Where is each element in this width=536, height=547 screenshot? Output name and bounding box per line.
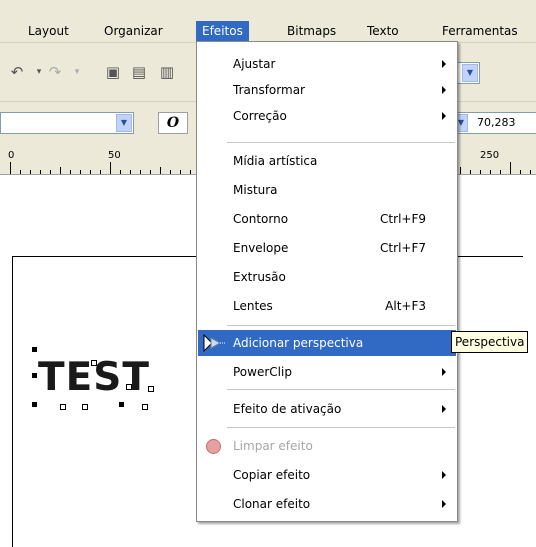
menu-layout[interactable]: Layout <box>22 21 75 41</box>
menu-item-transformar[interactable]: Transformar <box>198 77 456 103</box>
ruler-tick <box>130 170 131 174</box>
menu-item-efeito-de-ativacao[interactable]: Efeito de ativação <box>198 396 456 422</box>
ruler-tick <box>500 170 501 174</box>
redo-dropdown-icon[interactable]: ▾ <box>66 62 88 82</box>
shortcut-label: Alt+F3 <box>385 299 426 313</box>
menu-separator <box>227 427 455 428</box>
redo-icon[interactable]: ↷ <box>44 62 66 82</box>
submenu-arrow-icon <box>442 112 446 120</box>
ruler-tick <box>40 170 41 174</box>
chevron-down-icon[interactable]: ▼ <box>462 64 478 82</box>
ruler-tick <box>160 167 161 174</box>
menu-texto[interactable]: Texto <box>361 21 405 41</box>
shortcut-label: Ctrl+F9 <box>380 212 426 226</box>
menu-item-envelope[interactable]: Envelope Ctrl+F7 <box>198 235 456 261</box>
menu-item-clonar-efeito[interactable]: Clonar efeito <box>198 491 456 517</box>
ruler-tick <box>10 162 11 174</box>
text-node-handle[interactable] <box>148 386 154 392</box>
ruler-tick <box>190 170 191 174</box>
ruler-tick <box>110 162 111 174</box>
tooltip: Perspectiva <box>451 331 529 353</box>
italic-button[interactable]: O <box>158 112 188 134</box>
text-node-handle[interactable] <box>82 404 88 410</box>
menu-item-contorno[interactable]: Contorno Ctrl+F9 <box>198 206 456 232</box>
ruler-tick <box>150 170 151 174</box>
submenu-arrow-icon <box>442 500 446 508</box>
submenu-arrow-icon <box>442 471 446 479</box>
submenu-arrow-icon <box>442 60 446 68</box>
ruler-tick <box>530 170 531 174</box>
font-list-combo[interactable]: ▼ <box>0 112 134 134</box>
ruler-tick <box>90 170 91 174</box>
ruler-tick <box>80 170 81 174</box>
menu-ferramentas[interactable]: Ferramentas <box>436 21 524 41</box>
selection-handle[interactable] <box>119 402 124 407</box>
text-node-handle[interactable] <box>142 404 148 410</box>
ruler-tick <box>460 167 461 174</box>
ruler-tick <box>470 170 471 174</box>
submenu-arrow-icon <box>442 368 446 376</box>
menu-bar: Layout Organizar Efeitos Bitmaps Texto F… <box>0 0 536 43</box>
ruler-tick <box>60 167 61 174</box>
ruler-tick <box>120 170 121 174</box>
ruler-tick <box>70 170 71 174</box>
application-launcher-icon[interactable]: ▥ <box>156 62 178 82</box>
ruler-tick <box>170 170 171 174</box>
menu-bitmaps[interactable]: Bitmaps <box>281 21 342 41</box>
menu-separator <box>227 389 455 390</box>
ruler-tick <box>480 170 481 174</box>
menu-separator <box>227 142 455 143</box>
menu-item-correcao[interactable]: Correção <box>198 103 456 129</box>
menu-item-copiar-efeito[interactable]: Copiar efeito <box>198 462 456 488</box>
text-node-handle[interactable] <box>126 384 132 390</box>
menu-efeitos[interactable]: Efeitos <box>196 21 249 41</box>
perspective-icon <box>203 334 225 352</box>
ruler-label: 50 <box>108 150 121 161</box>
chevron-down-icon[interactable]: ▼ <box>116 114 132 132</box>
ruler-tick <box>510 162 511 174</box>
menu-item-mistura[interactable]: Mistura <box>198 177 456 203</box>
text-node-handle[interactable] <box>60 404 66 410</box>
ruler-tick <box>140 170 141 174</box>
shortcut-label: Ctrl+F7 <box>380 241 426 255</box>
undo-icon[interactable]: ↶ <box>6 62 28 82</box>
clear-effect-icon <box>206 439 221 454</box>
text-node-handle[interactable] <box>91 360 97 366</box>
import-icon[interactable]: ▣ <box>102 62 124 82</box>
selection-handle[interactable] <box>32 347 37 352</box>
menu-item-ajustar[interactable]: Ajustar <box>198 51 456 77</box>
ruler-tick <box>50 170 51 174</box>
ruler-tick <box>520 170 521 174</box>
ruler-tick <box>20 170 21 174</box>
menu-separator <box>227 325 455 326</box>
menu-organizar[interactable]: Organizar <box>98 21 169 41</box>
ruler-label: 250 <box>480 150 500 161</box>
efeitos-dropdown-menu: Ajustar Transformar Correção Mídia artís… <box>196 41 458 522</box>
zoom-combo[interactable]: ▼ <box>456 62 480 84</box>
menu-item-midia-artistica[interactable]: Mídia artística <box>198 148 456 174</box>
ruler-tick <box>180 170 181 174</box>
menu-item-extrusao[interactable]: Extrusão <box>198 264 456 290</box>
submenu-arrow-icon <box>442 405 446 413</box>
selection-handle[interactable] <box>32 402 37 407</box>
menu-item-adicionar-perspectiva[interactable]: Adicionar perspectiva <box>198 330 456 356</box>
export-icon[interactable]: ▤ <box>128 62 150 82</box>
submenu-arrow-icon <box>442 86 446 94</box>
ruler-tick <box>490 170 491 174</box>
menu-item-lentes[interactable]: Lentes Alt+F3 <box>198 293 456 319</box>
width-field[interactable]: 70,283 ▼ <box>452 112 536 134</box>
ruler-tick <box>30 170 31 174</box>
selection-handle[interactable] <box>32 373 37 378</box>
menu-item-powerclip[interactable]: PowerClip <box>198 359 456 385</box>
width-value: 70,283 <box>477 116 516 129</box>
ruler-tick <box>100 170 101 174</box>
menu-item-limpar-efeito[interactable]: Limpar efeito <box>198 433 456 459</box>
ruler-label: 0 <box>8 150 15 161</box>
